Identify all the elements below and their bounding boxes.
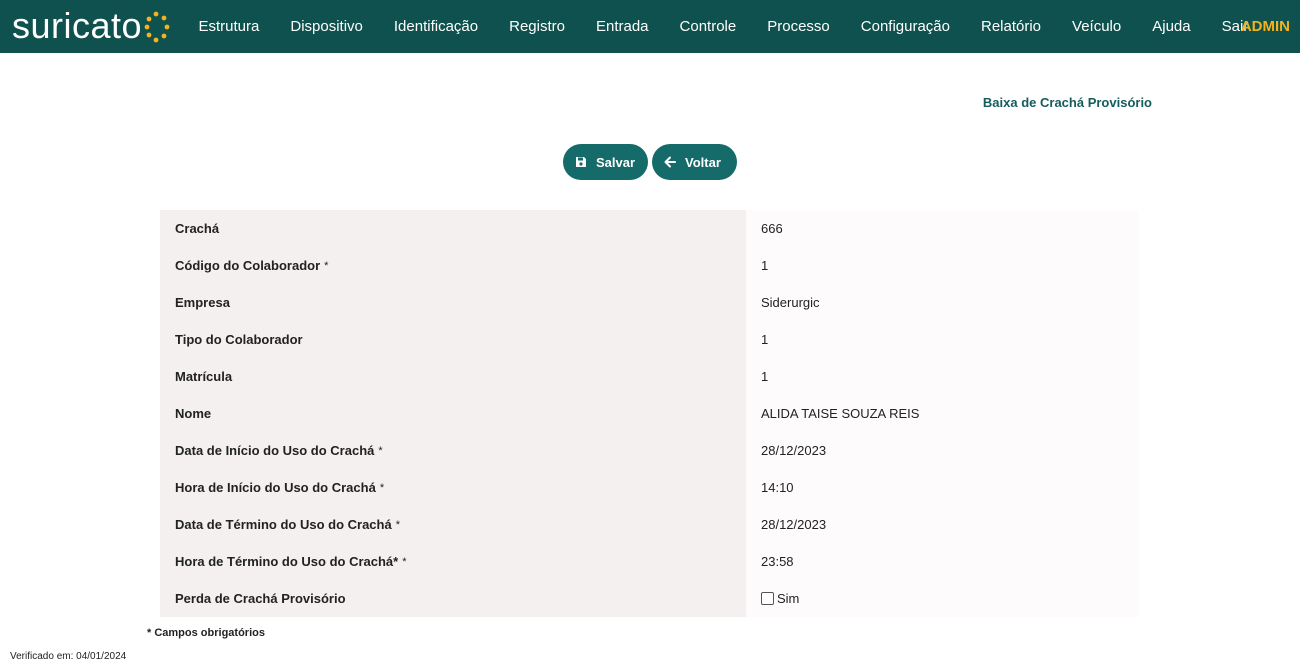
- save-button-label: Salvar: [596, 154, 636, 170]
- lost-badge-checkbox-label[interactable]: Sim: [777, 591, 799, 606]
- field-label: Matrícula: [160, 358, 746, 395]
- field-label: Código do Colaborador *: [160, 247, 746, 284]
- page-title: Baixa de Crachá Provisório: [982, 95, 1152, 110]
- field-value-hora-termino: 23:58: [746, 543, 1138, 580]
- back-button-label: Voltar: [685, 154, 721, 170]
- form-row-nome: Nome ALIDA TAISE SOUZA REIS: [160, 395, 1138, 432]
- field-label: Data de Início do Uso do Crachá *: [160, 432, 746, 469]
- field-value-perda-cracha: Sim: [746, 580, 1138, 617]
- form-row-codigo-colaborador: Código do Colaborador * 1: [160, 247, 1138, 284]
- menu-item-processo[interactable]: Processo: [752, 18, 846, 35]
- field-value-empresa: Siderurgic: [746, 284, 1138, 321]
- field-value-tipo-colaborador: 1: [746, 321, 1138, 358]
- badge-form: Crachá 666 Código do Colaborador * 1 Empr…: [160, 210, 1138, 617]
- form-row-hora-termino: Hora de Término do Uso do Crachá* * 23:58: [160, 543, 1138, 580]
- field-label: Crachá: [160, 210, 746, 247]
- form-row-matricula: Matrícula 1: [160, 358, 1138, 395]
- field-value-nome: ALIDA TAISE SOUZA REIS: [746, 395, 1138, 432]
- required-fields-note: * Campos obrigatórios: [147, 627, 265, 639]
- menu-item-controle[interactable]: Controle: [664, 18, 752, 35]
- verified-date: Verificado em: 04/01/2024: [10, 651, 127, 662]
- menu-item-ajuda[interactable]: Ajuda: [1137, 18, 1206, 35]
- field-label: Nome: [160, 395, 746, 432]
- brand-name: suricato: [12, 5, 143, 46]
- field-value-matricula: 1: [746, 358, 1138, 395]
- form-row-tipo-colaborador: Tipo do Colaborador 1: [160, 321, 1138, 358]
- suricato-logo[interactable]: suricato: [12, 3, 173, 49]
- menu-item-registro[interactable]: Registro: [494, 18, 581, 35]
- menu-item-configuracao[interactable]: Configuração: [845, 18, 965, 35]
- top-navbar: suricato Estrutura Dispositivo Identific…: [0, 0, 1300, 53]
- menu-item-estrutura[interactable]: Estrutura: [183, 18, 275, 35]
- field-value-cracha: 666: [746, 210, 1138, 247]
- field-label: Hora de Término do Uso do Crachá* *: [160, 543, 746, 580]
- lost-badge-checkbox[interactable]: [761, 592, 774, 605]
- user-menu-admin[interactable]: ADMIN: [1241, 18, 1290, 35]
- field-label: Tipo do Colaborador: [160, 321, 746, 358]
- form-row-hora-inicio: Hora de Início do Uso do Crachá * 14:10: [160, 469, 1138, 506]
- menu-item-identificacao[interactable]: Identificação: [378, 18, 493, 35]
- field-label: Empresa: [160, 284, 746, 321]
- menu-item-relatorio[interactable]: Relatório: [966, 18, 1057, 35]
- arrow-left-icon: [664, 156, 676, 168]
- field-value-data-inicio: 28/12/2023: [746, 432, 1138, 469]
- field-value-hora-inicio: 14:10: [746, 469, 1138, 506]
- form-row-data-inicio: Data de Início do Uso do Crachá * 28/12/2…: [160, 432, 1138, 469]
- action-buttons: Salvar Voltar: [563, 144, 737, 180]
- save-button[interactable]: Salvar: [563, 144, 648, 180]
- main-menu: Estrutura Dispositivo Identificação Regi…: [183, 0, 1264, 53]
- menu-item-dispositivo[interactable]: Dispositivo: [275, 18, 379, 35]
- menu-item-veiculo[interactable]: Veículo: [1057, 18, 1137, 35]
- logo-dots-icon: [143, 6, 173, 46]
- field-label: Perda de Crachá Provisório: [160, 580, 746, 617]
- back-button[interactable]: Voltar: [652, 144, 737, 180]
- form-row-empresa: Empresa Siderurgic: [160, 284, 1138, 321]
- form-row-cracha: Crachá 666: [160, 210, 1138, 247]
- form-row-perda-cracha: Perda de Crachá Provisório Sim: [160, 580, 1138, 617]
- field-value-data-termino: 28/12/2023: [746, 506, 1138, 543]
- floppy-disk-icon: [576, 157, 586, 167]
- field-value-codigo-colaborador: 1: [746, 247, 1138, 284]
- form-row-data-termino: Data de Término do Uso do Crachá * 28/12/…: [160, 506, 1138, 543]
- field-label: Hora de Início do Uso do Crachá *: [160, 469, 746, 506]
- menu-item-entrada[interactable]: Entrada: [580, 18, 664, 35]
- field-label: Data de Término do Uso do Crachá *: [160, 506, 746, 543]
